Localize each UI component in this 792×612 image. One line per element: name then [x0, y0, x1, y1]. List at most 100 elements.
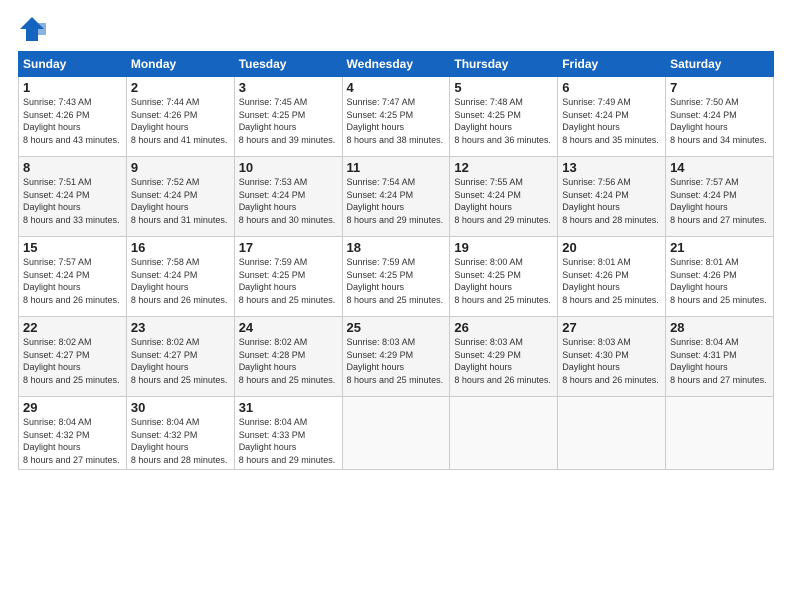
day-number: 17 — [239, 240, 338, 255]
cell-text: Sunrise: 7:51 AMSunset: 4:24 PMDaylight … — [23, 176, 122, 226]
cell-text: Sunrise: 8:01 AMSunset: 4:26 PMDaylight … — [562, 256, 661, 306]
day-number: 2 — [131, 80, 230, 95]
calendar-cell: 11Sunrise: 7:54 AMSunset: 4:24 PMDayligh… — [342, 157, 450, 237]
day-number: 30 — [131, 400, 230, 415]
cell-text: Sunrise: 7:57 AMSunset: 4:24 PMDaylight … — [23, 256, 122, 306]
cell-text: Sunrise: 8:04 AMSunset: 4:31 PMDaylight … — [670, 336, 769, 386]
calendar-cell: 17Sunrise: 7:59 AMSunset: 4:25 PMDayligh… — [234, 237, 342, 317]
cell-text: Sunrise: 8:03 AMSunset: 4:29 PMDaylight … — [347, 336, 446, 386]
cell-text: Sunrise: 8:04 AMSunset: 4:32 PMDaylight … — [131, 416, 230, 466]
calendar-cell: 19Sunrise: 8:00 AMSunset: 4:25 PMDayligh… — [450, 237, 558, 317]
day-number: 24 — [239, 320, 338, 335]
day-number: 28 — [670, 320, 769, 335]
cell-text: Sunrise: 7:44 AMSunset: 4:26 PMDaylight … — [131, 96, 230, 146]
cell-text: Sunrise: 8:04 AMSunset: 4:33 PMDaylight … — [239, 416, 338, 466]
calendar-header-sunday: Sunday — [19, 52, 127, 77]
calendar-cell: 10Sunrise: 7:53 AMSunset: 4:24 PMDayligh… — [234, 157, 342, 237]
cell-text: Sunrise: 7:56 AMSunset: 4:24 PMDaylight … — [562, 176, 661, 226]
cell-text: Sunrise: 7:54 AMSunset: 4:24 PMDaylight … — [347, 176, 446, 226]
day-number: 19 — [454, 240, 553, 255]
calendar-cell: 16Sunrise: 7:58 AMSunset: 4:24 PMDayligh… — [126, 237, 234, 317]
cell-text: Sunrise: 7:45 AMSunset: 4:25 PMDaylight … — [239, 96, 338, 146]
calendar-cell — [558, 397, 666, 470]
day-number: 20 — [562, 240, 661, 255]
calendar-cell: 7Sunrise: 7:50 AMSunset: 4:24 PMDaylight… — [666, 77, 774, 157]
cell-text: Sunrise: 8:00 AMSunset: 4:25 PMDaylight … — [454, 256, 553, 306]
cell-text: Sunrise: 8:02 AMSunset: 4:27 PMDaylight … — [131, 336, 230, 386]
calendar-header-friday: Friday — [558, 52, 666, 77]
calendar-week-row: 1Sunrise: 7:43 AMSunset: 4:26 PMDaylight… — [19, 77, 774, 157]
calendar-cell: 23Sunrise: 8:02 AMSunset: 4:27 PMDayligh… — [126, 317, 234, 397]
header — [18, 15, 774, 43]
cell-text: Sunrise: 7:57 AMSunset: 4:24 PMDaylight … — [670, 176, 769, 226]
day-number: 8 — [23, 160, 122, 175]
day-number: 22 — [23, 320, 122, 335]
calendar-cell: 21Sunrise: 8:01 AMSunset: 4:26 PMDayligh… — [666, 237, 774, 317]
calendar-table: SundayMondayTuesdayWednesdayThursdayFrid… — [18, 51, 774, 470]
calendar-cell: 14Sunrise: 7:57 AMSunset: 4:24 PMDayligh… — [666, 157, 774, 237]
cell-text: Sunrise: 7:47 AMSunset: 4:25 PMDaylight … — [347, 96, 446, 146]
cell-text: Sunrise: 8:02 AMSunset: 4:27 PMDaylight … — [23, 336, 122, 386]
calendar-cell: 27Sunrise: 8:03 AMSunset: 4:30 PMDayligh… — [558, 317, 666, 397]
day-number: 7 — [670, 80, 769, 95]
calendar-week-row: 22Sunrise: 8:02 AMSunset: 4:27 PMDayligh… — [19, 317, 774, 397]
day-number: 6 — [562, 80, 661, 95]
cell-text: Sunrise: 7:52 AMSunset: 4:24 PMDaylight … — [131, 176, 230, 226]
calendar-cell: 22Sunrise: 8:02 AMSunset: 4:27 PMDayligh… — [19, 317, 127, 397]
day-number: 10 — [239, 160, 338, 175]
cell-text: Sunrise: 8:03 AMSunset: 4:30 PMDaylight … — [562, 336, 661, 386]
calendar-week-row: 15Sunrise: 7:57 AMSunset: 4:24 PMDayligh… — [19, 237, 774, 317]
calendar-cell: 9Sunrise: 7:52 AMSunset: 4:24 PMDaylight… — [126, 157, 234, 237]
calendar-cell: 3Sunrise: 7:45 AMSunset: 4:25 PMDaylight… — [234, 77, 342, 157]
calendar-cell — [342, 397, 450, 470]
calendar-week-row: 8Sunrise: 7:51 AMSunset: 4:24 PMDaylight… — [19, 157, 774, 237]
day-number: 16 — [131, 240, 230, 255]
cell-text: Sunrise: 7:58 AMSunset: 4:24 PMDaylight … — [131, 256, 230, 306]
day-number: 27 — [562, 320, 661, 335]
calendar-header-wednesday: Wednesday — [342, 52, 450, 77]
calendar-header-row: SundayMondayTuesdayWednesdayThursdayFrid… — [19, 52, 774, 77]
day-number: 5 — [454, 80, 553, 95]
cell-text: Sunrise: 7:55 AMSunset: 4:24 PMDaylight … — [454, 176, 553, 226]
day-number: 12 — [454, 160, 553, 175]
day-number: 25 — [347, 320, 446, 335]
day-number: 9 — [131, 160, 230, 175]
calendar-cell — [666, 397, 774, 470]
cell-text: Sunrise: 7:49 AMSunset: 4:24 PMDaylight … — [562, 96, 661, 146]
logo — [18, 15, 48, 43]
calendar-week-row: 29 Sunrise: 8:04 AMSunset: 4:32 PMDayligh… — [19, 397, 774, 470]
day-number: 26 — [454, 320, 553, 335]
calendar-cell — [450, 397, 558, 470]
calendar-cell: 1Sunrise: 7:43 AMSunset: 4:26 PMDaylight… — [19, 77, 127, 157]
cell-text: Sunrise: 7:59 AMSunset: 4:25 PMDaylight … — [347, 256, 446, 306]
calendar-cell: 12Sunrise: 7:55 AMSunset: 4:24 PMDayligh… — [450, 157, 558, 237]
calendar-cell: 20Sunrise: 8:01 AMSunset: 4:26 PMDayligh… — [558, 237, 666, 317]
day-number: 21 — [670, 240, 769, 255]
calendar-cell: 4Sunrise: 7:47 AMSunset: 4:25 PMDaylight… — [342, 77, 450, 157]
calendar-cell: 8Sunrise: 7:51 AMSunset: 4:24 PMDaylight… — [19, 157, 127, 237]
cell-text: Sunrise: 7:50 AMSunset: 4:24 PMDaylight … — [670, 96, 769, 146]
day-number: 31 — [239, 400, 338, 415]
calendar-cell: 24Sunrise: 8:02 AMSunset: 4:28 PMDayligh… — [234, 317, 342, 397]
cell-text: Sunrise: 7:48 AMSunset: 4:25 PMDaylight … — [454, 96, 553, 146]
cell-text: Sunrise: 8:03 AMSunset: 4:29 PMDaylight … — [454, 336, 553, 386]
page: SundayMondayTuesdayWednesdayThursdayFrid… — [0, 0, 792, 612]
calendar-cell: 5Sunrise: 7:48 AMSunset: 4:25 PMDaylight… — [450, 77, 558, 157]
day-number: 29 — [23, 400, 122, 415]
calendar-cell: 31Sunrise: 8:04 AMSunset: 4:33 PMDayligh… — [234, 397, 342, 470]
calendar-header-monday: Monday — [126, 52, 234, 77]
calendar-header-saturday: Saturday — [666, 52, 774, 77]
calendar-cell: 28Sunrise: 8:04 AMSunset: 4:31 PMDayligh… — [666, 317, 774, 397]
day-number: 18 — [347, 240, 446, 255]
cell-text: Sunrise: 8:02 AMSunset: 4:28 PMDaylight … — [239, 336, 338, 386]
calendar-cell: 30Sunrise: 8:04 AMSunset: 4:32 PMDayligh… — [126, 397, 234, 470]
calendar-cell: 29Sunrise: 8:04 AMSunset: 4:32 PMDayligh… — [19, 397, 127, 470]
calendar-cell: 26Sunrise: 8:03 AMSunset: 4:29 PMDayligh… — [450, 317, 558, 397]
day-number: 23 — [131, 320, 230, 335]
calendar-header-thursday: Thursday — [450, 52, 558, 77]
day-number: 14 — [670, 160, 769, 175]
calendar-cell: 18Sunrise: 7:59 AMSunset: 4:25 PMDayligh… — [342, 237, 450, 317]
day-number: 1 — [23, 80, 122, 95]
day-number: 15 — [23, 240, 122, 255]
calendar-header-tuesday: Tuesday — [234, 52, 342, 77]
